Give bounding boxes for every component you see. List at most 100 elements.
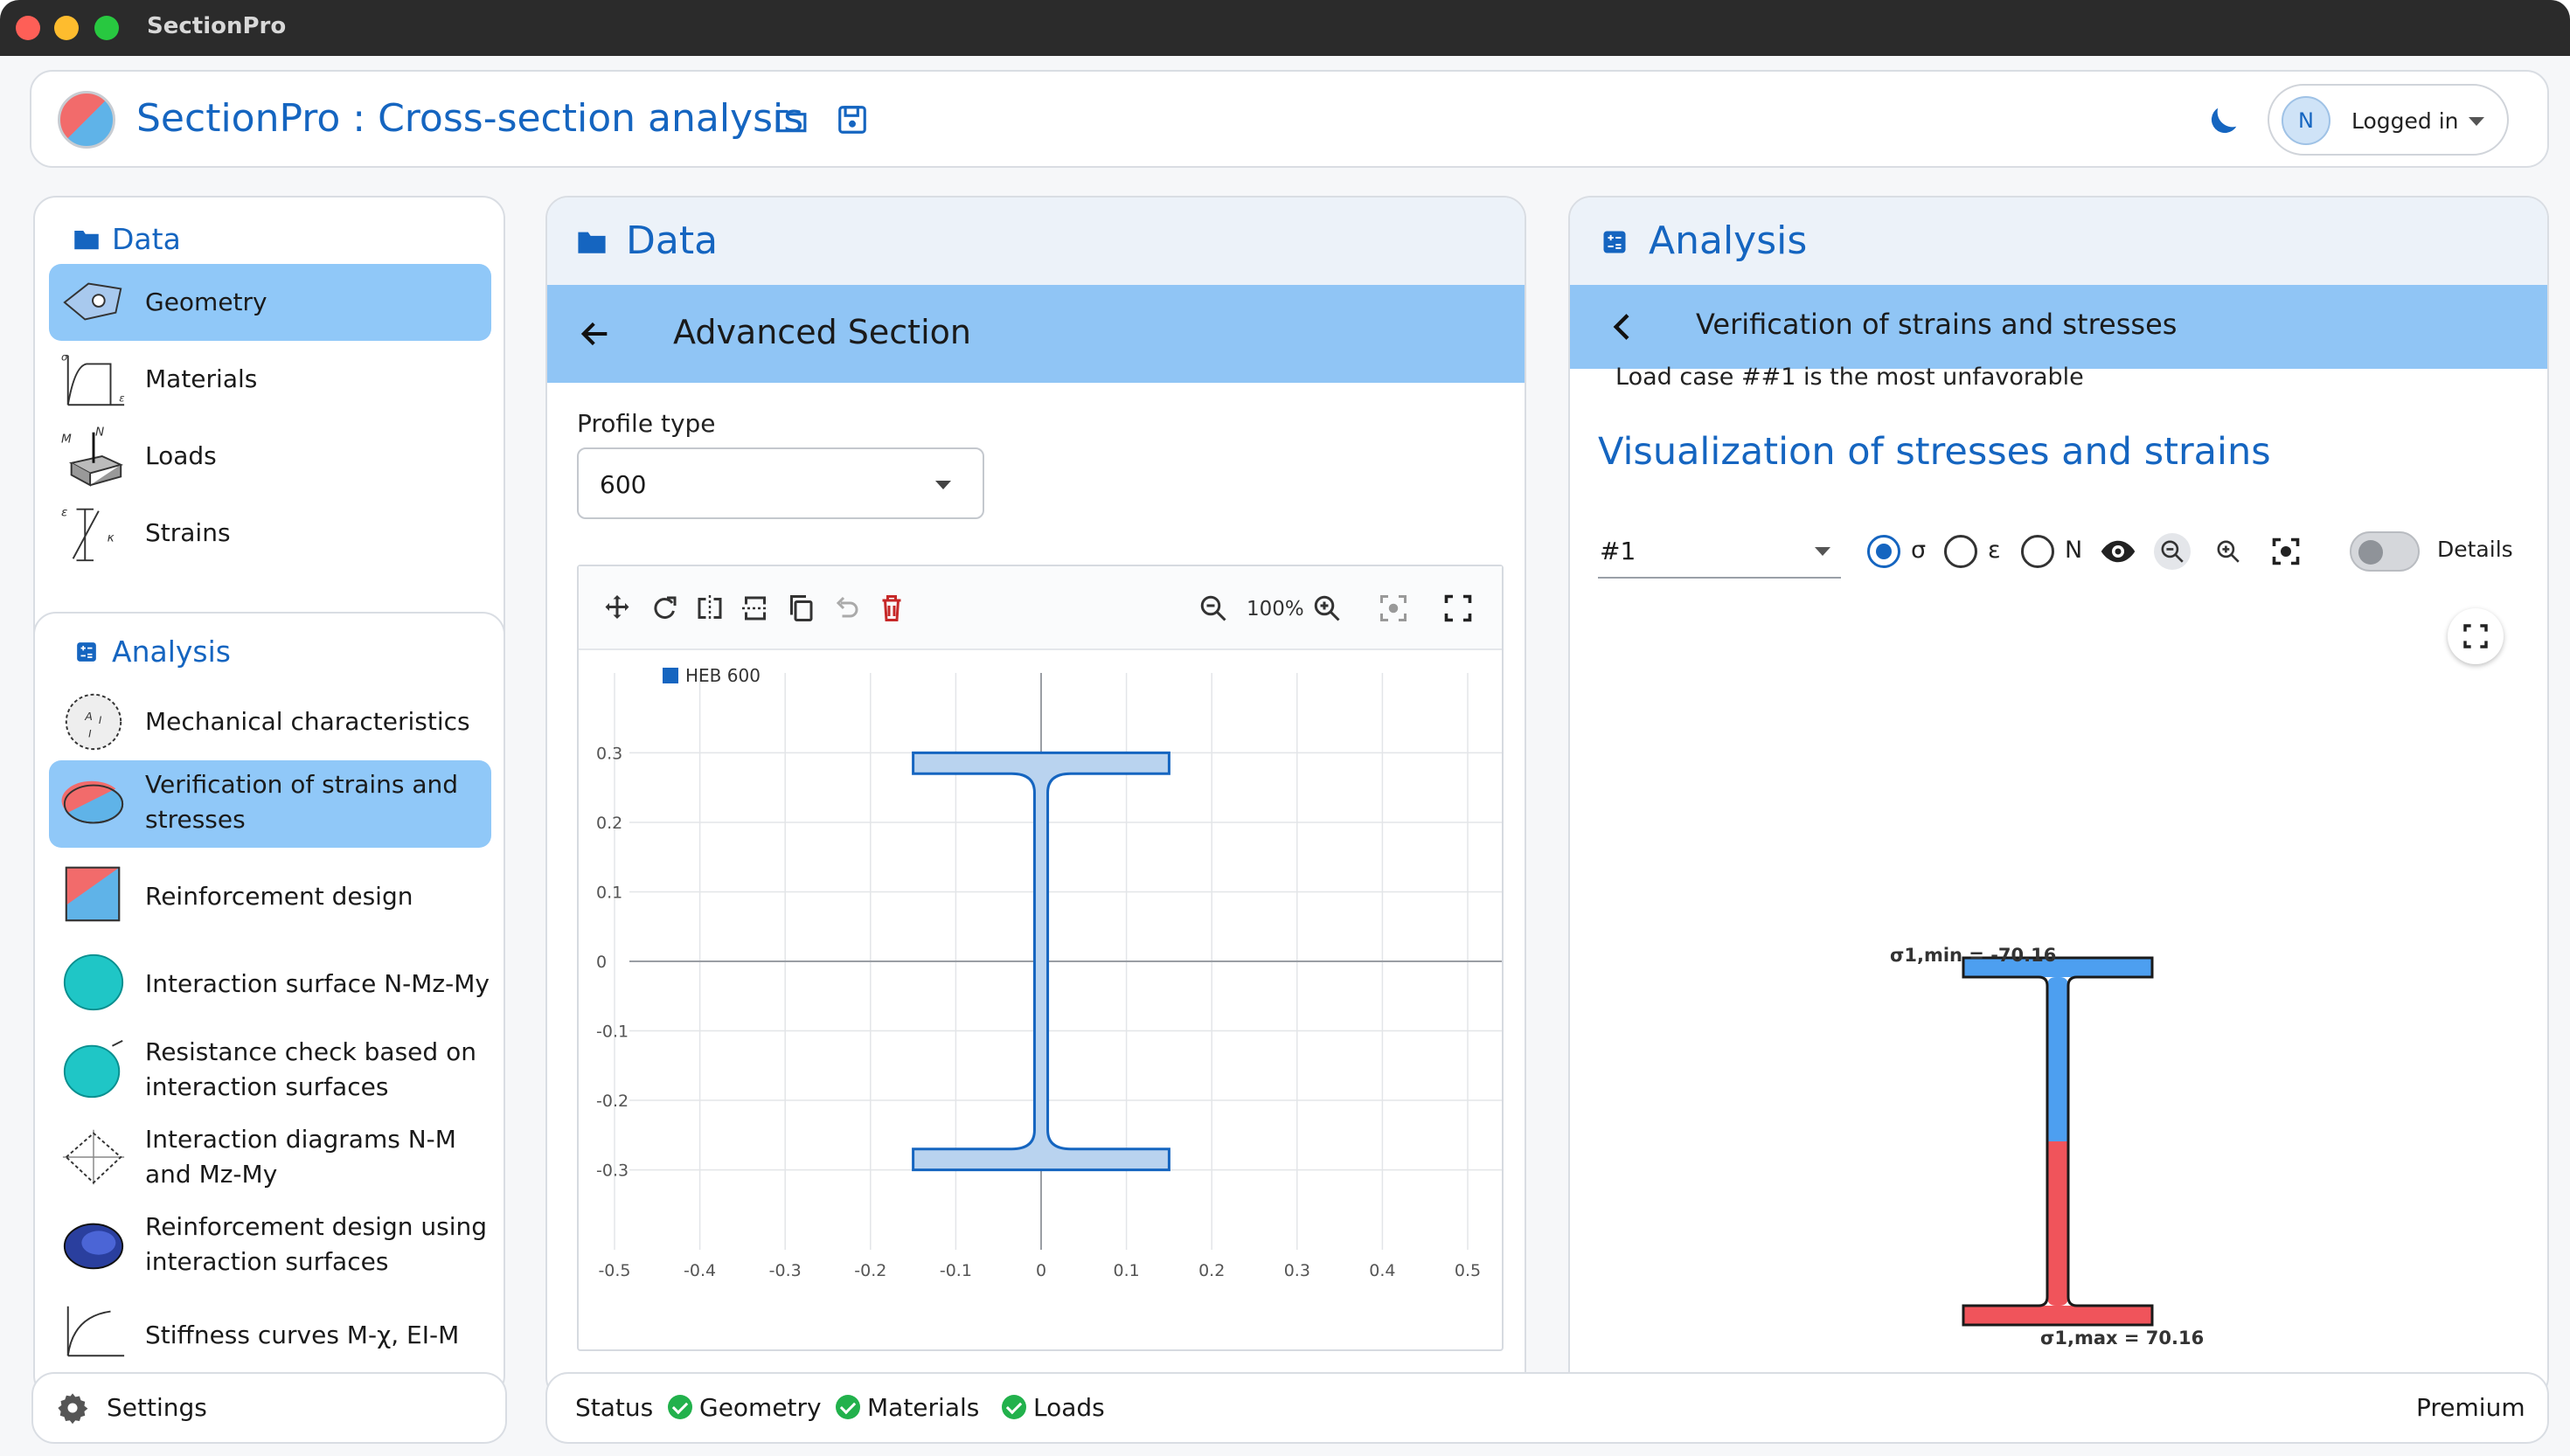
data-panel-subheader: Advanced Section (547, 285, 1525, 383)
details-label: Details (2437, 537, 2513, 562)
profile-type-select[interactable]: 600 (577, 447, 984, 519)
strain-diagram-icon: ε κ (61, 506, 115, 562)
zoom-level: 100% (1247, 598, 1304, 621)
radio-epsilon[interactable] (1944, 535, 1977, 568)
sidebar-item-label: Reinforcement design using interaction s… (145, 1212, 488, 1276)
back-arrow-icon[interactable] (577, 316, 614, 351)
open-folder-icon[interactable] (774, 103, 808, 136)
reinforcement-icon (65, 866, 121, 922)
user-menu-button[interactable]: N Logged in (2268, 84, 2509, 156)
x-tick-label: -0.5 (598, 1261, 630, 1280)
app-logo (58, 91, 115, 149)
dark-mode-moon-icon[interactable] (2203, 101, 2243, 142)
sidebar-item-mechanical-characteristics[interactable]: A I I Mechanical characteristics (49, 682, 491, 760)
x-tick-label: 0.5 (1455, 1261, 1481, 1280)
radio-sigma[interactable] (1867, 535, 1900, 568)
fit-view-icon[interactable] (2268, 533, 2304, 570)
plan-label: Premium (2416, 1393, 2525, 1422)
analysis-panel-subheader: Verification of strains and stresses (1570, 285, 2547, 369)
zoom-in-icon[interactable] (1311, 593, 1343, 624)
zoom-out-icon[interactable] (2154, 533, 2191, 570)
zoom-out-icon[interactable] (1198, 593, 1229, 624)
stiffness-curve-icon (66, 1306, 125, 1357)
save-icon[interactable] (836, 103, 869, 136)
section-plot[interactable]: -0.5 -0.4 -0.3 -0.2 -0.1 0 0.1 0.2 0.3 0.4 0.5 0.3 0… (579, 650, 1502, 1349)
x-tick-label: 0.2 (1198, 1261, 1225, 1280)
details-toggle[interactable] (2350, 531, 2420, 572)
svg-text:κ: κ (108, 531, 115, 545)
fullscreen-icon (2463, 624, 2488, 648)
y-tick-label: 0.1 (596, 883, 622, 902)
sidebar-item-reinforcement-design[interactable]: Reinforcement design (49, 851, 491, 942)
chevron-down-icon (2469, 117, 2484, 126)
profile-type-value: 600 (600, 470, 647, 499)
sidebar-item-resistance-check[interactable]: Resistance check based on interaction su… (49, 1028, 491, 1115)
sidebar-item-label: Reinforcement design (145, 882, 413, 911)
y-tick-label: -0.1 (596, 1023, 629, 1042)
sidebar-item-interaction-diagrams[interactable]: Interaction diagrams N-M and Mz-My (49, 1115, 491, 1203)
rotate-icon[interactable] (649, 593, 680, 624)
window-titlebar: SectionPro (0, 0, 2570, 56)
x-tick-label: -0.2 (854, 1261, 886, 1280)
sidebar-item-loads[interactable]: M N Loads (49, 418, 491, 495)
section-viewer: 100% -0.5 -0.4 -0.3 -0.2 -0.1 0 0.1 0.2 0.3 0.4 0.… (577, 565, 1504, 1351)
eye-icon[interactable] (2100, 533, 2136, 570)
zoom-in-icon[interactable] (2210, 533, 2247, 570)
status-label: Status (575, 1393, 654, 1422)
x-tick-label: -0.1 (940, 1261, 972, 1280)
mirror-vertical-icon[interactable] (694, 593, 726, 624)
sigma-max-label: σ1,max = 70.16 (2040, 1328, 2204, 1349)
sidebar-item-label: Materials (145, 364, 258, 393)
analysis-panel: Analysis Verification of strains and str… (1568, 196, 2549, 1400)
delete-icon[interactable] (876, 593, 907, 624)
move-icon[interactable] (601, 593, 633, 624)
analysis-panel-subtitle: Verification of strains and stresses (1696, 308, 2178, 341)
data-panel: Data Advanced Section Profile type 600 1… (545, 196, 1526, 1400)
fullscreen-button[interactable] (2448, 608, 2504, 664)
chevron-left-icon[interactable] (1605, 309, 1642, 344)
minimize-window-button[interactable] (54, 16, 79, 40)
sidebar-item-stiffness-curves[interactable]: Stiffness curves M-χ, EI-M (49, 1292, 491, 1370)
sidebar-item-reinforcement-surfaces[interactable]: Reinforcement design using interaction s… (49, 1203, 491, 1290)
svg-text:M: M (61, 432, 72, 446)
viewer-toolbar: 100% (579, 566, 1502, 650)
resistance-check-icon (63, 1039, 123, 1099)
x-tick-label: 0.1 (1113, 1261, 1139, 1280)
load-case-select[interactable]: #1 (1598, 526, 1841, 579)
app-header: SectionPro : Cross-section analysis N Lo… (30, 70, 2549, 168)
sidebar-item-label: Verification of strains and stresses (145, 770, 459, 834)
y-tick-label: -0.2 (596, 1092, 629, 1111)
mirror-horizontal-icon[interactable] (740, 593, 771, 624)
profile-type-label: Profile type (577, 409, 716, 438)
sidebar-item-geometry[interactable]: Geometry (49, 264, 491, 341)
fit-view-icon[interactable] (1378, 593, 1409, 624)
y-tick-label: 0.2 (596, 814, 622, 833)
app-title: SectionPro : Cross-section analysis (136, 96, 804, 141)
close-window-button[interactable] (16, 16, 40, 40)
check-icon (668, 1395, 692, 1419)
sidebar-item-label: Interaction surface N-Mz-My (145, 969, 490, 998)
copy-icon[interactable] (785, 593, 816, 624)
radio-n[interactable] (2021, 535, 2054, 568)
reinforcement-surface-icon (63, 1223, 124, 1270)
x-tick-label: -0.4 (684, 1261, 716, 1280)
sidebar-item-verification[interactable]: Verification of strains and stresses (49, 760, 491, 848)
user-status-label: Logged in (2351, 108, 2459, 134)
data-panel-subtitle: Advanced Section (673, 313, 971, 351)
svg-text:N: N (95, 426, 104, 440)
window-title: SectionPro (147, 13, 287, 39)
sidebar-item-strains[interactable]: ε κ Strains (49, 495, 491, 572)
sidebar-item-label: Geometry (145, 288, 267, 316)
sidebar-item-interaction-surface[interactable]: Interaction surface N-Mz-My (49, 942, 491, 1026)
fullscreen-icon[interactable] (1442, 593, 1474, 624)
interaction-surface-icon (63, 953, 124, 1011)
y-tick-label: 0.3 (596, 744, 622, 763)
calculator-icon (77, 642, 96, 662)
chevron-down-icon (935, 481, 951, 489)
undo-icon[interactable] (830, 593, 862, 624)
settings-button[interactable]: Settings (31, 1372, 507, 1444)
geometry-icon (63, 282, 122, 321)
sidebar-item-materials[interactable]: σ ε Materials (49, 341, 491, 418)
maximize-window-button[interactable] (94, 16, 119, 40)
settings-label: Settings (107, 1393, 207, 1422)
